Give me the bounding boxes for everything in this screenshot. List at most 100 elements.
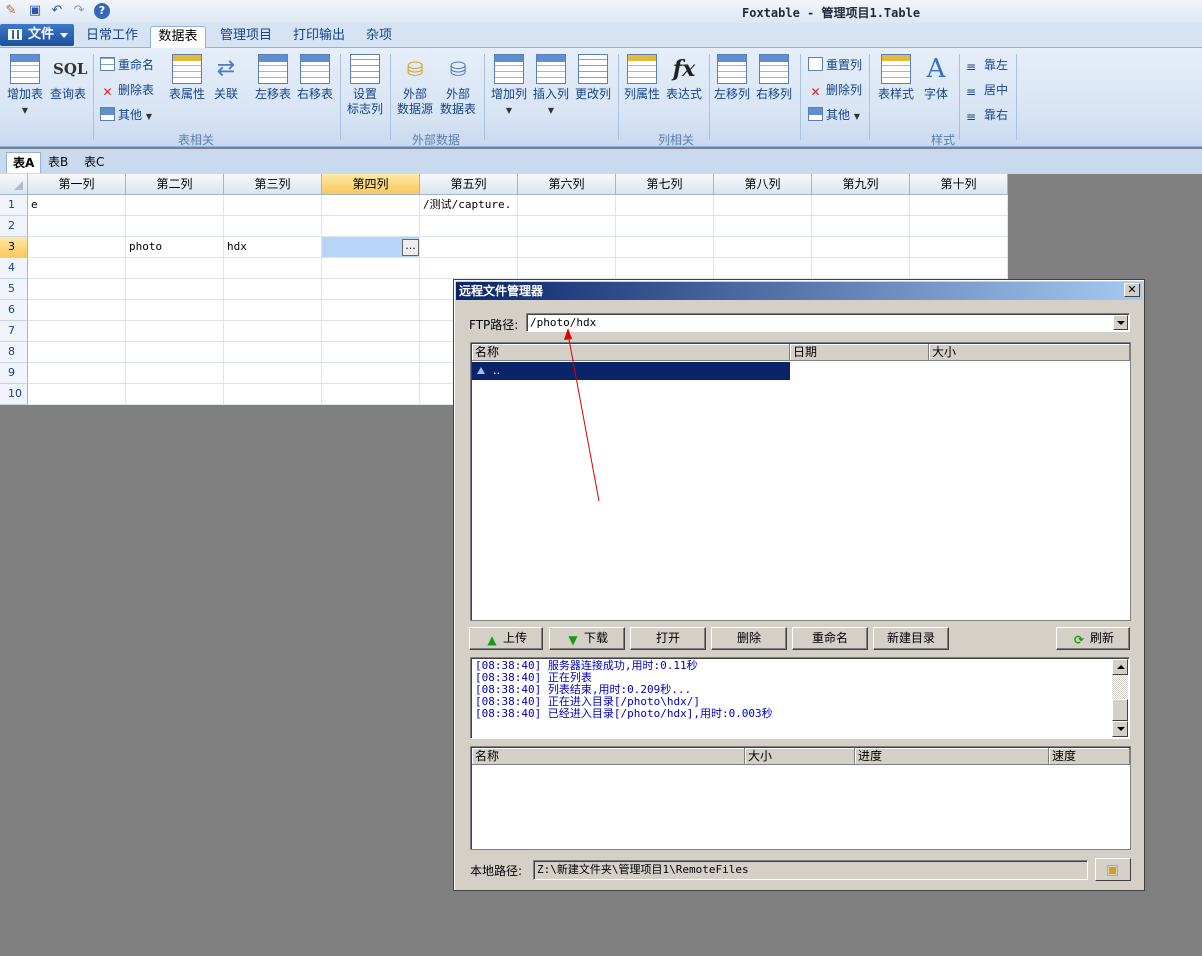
scrollbar-thumb[interactable] — [1112, 699, 1128, 721]
table-style-button[interactable]: 表样式 — [874, 54, 918, 102]
row-header[interactable]: 5 — [0, 279, 28, 300]
tab-daily-work[interactable]: 日常工作 — [80, 26, 144, 48]
table-cell[interactable] — [714, 195, 812, 216]
table-cell[interactable] — [322, 342, 420, 363]
sheet-tab-c[interactable]: 表C — [78, 152, 110, 173]
table-cell[interactable] — [616, 258, 714, 279]
table-cell[interactable] — [322, 384, 420, 405]
move-table-left-button[interactable]: 左移表 — [253, 54, 293, 102]
table-cell[interactable] — [224, 342, 322, 363]
app-icon[interactable]: ✎ — [3, 3, 19, 19]
table-cell[interactable]: /测试/capture. — [420, 195, 518, 216]
align-center-button[interactable]: ≡ 居中 — [966, 82, 1008, 99]
close-icon[interactable]: ✕ — [1124, 283, 1140, 297]
external-table-button[interactable]: ⛁ 外部 数据表 — [437, 54, 479, 117]
row-header[interactable]: 2 — [0, 216, 28, 237]
move-column-left-button[interactable]: 左移列 — [712, 54, 752, 102]
table-cell[interactable] — [616, 216, 714, 237]
table-cell[interactable] — [28, 279, 126, 300]
table-cell[interactable] — [224, 384, 322, 405]
table-cell[interactable] — [322, 279, 420, 300]
file-menu-button[interactable]: 文件 — [0, 24, 74, 46]
table-cell[interactable] — [812, 195, 910, 216]
table-cell[interactable] — [322, 216, 420, 237]
local-path-field[interactable]: Z:\新建文件夹\管理项目1\RemoteFiles — [533, 860, 1088, 880]
table-cell[interactable] — [518, 258, 616, 279]
table-cell[interactable] — [910, 216, 1008, 237]
table-cell[interactable] — [714, 216, 812, 237]
row-header[interactable]: 7 — [0, 321, 28, 342]
add-column-button[interactable]: 增加列 ▼ — [488, 54, 530, 118]
table-cell[interactable] — [714, 258, 812, 279]
table-props-button[interactable]: 表属性 — [166, 54, 208, 102]
column-header[interactable]: 第五列 — [420, 174, 518, 195]
table-cell[interactable] — [224, 258, 322, 279]
table-cell[interactable] — [812, 216, 910, 237]
sheet-tab-a[interactable]: 表A — [6, 152, 42, 173]
refresh-button[interactable]: ⟳ 刷新 — [1056, 627, 1130, 650]
table-cell[interactable] — [812, 237, 910, 258]
row-header[interactable]: 9 — [0, 363, 28, 384]
cell-ellipsis-button[interactable]: ... — [402, 239, 419, 256]
table-cell[interactable] — [322, 363, 420, 384]
column-header-size[interactable]: 大小 — [929, 344, 1130, 361]
table-cell[interactable] — [714, 237, 812, 258]
tab-data-table[interactable]: 数据表 — [150, 26, 206, 49]
table-cell[interactable] — [126, 342, 224, 363]
column-header-date[interactable]: 日期 — [790, 344, 929, 361]
table-cell[interactable] — [28, 258, 126, 279]
table-cell[interactable] — [126, 363, 224, 384]
expression-button[interactable]: fx 表达式 — [664, 54, 704, 102]
table-cell[interactable]: hdx — [224, 237, 322, 258]
upload-button[interactable]: ▲ 上传 — [469, 627, 543, 650]
table-cell[interactable] — [224, 321, 322, 342]
table-cell[interactable] — [910, 237, 1008, 258]
table-cell[interactable] — [420, 258, 518, 279]
redo-icon[interactable]: ↷ — [71, 3, 87, 19]
relations-button[interactable]: ⇄ 关联 — [208, 54, 244, 102]
chevron-down-icon[interactable] — [1113, 315, 1128, 330]
delete-button[interactable]: 删除 — [711, 627, 787, 650]
table-cell[interactable] — [28, 237, 126, 258]
query-table-button[interactable]: SQL 查询表 — [47, 54, 89, 102]
table-cell[interactable] — [616, 195, 714, 216]
table-cell[interactable] — [126, 216, 224, 237]
table-cell[interactable] — [28, 363, 126, 384]
table-cell[interactable] — [322, 300, 420, 321]
set-flag-column-button[interactable]: 设置 标志列 — [344, 54, 386, 117]
add-table-button[interactable]: 增加表 ▼ — [4, 54, 46, 118]
table-cell[interactable] — [28, 216, 126, 237]
reset-column-button[interactable]: 重置列 — [808, 57, 862, 73]
delete-table-button[interactable]: ✕ 删除表 — [100, 82, 154, 99]
ftp-path-combobox[interactable]: /photo/hdx — [526, 313, 1130, 332]
table-cell[interactable] — [518, 216, 616, 237]
sheet-tab-b[interactable]: 表B — [42, 152, 74, 173]
table-cell[interactable] — [126, 300, 224, 321]
log-scrollbar[interactable] — [1112, 659, 1128, 737]
column-header[interactable]: 第二列 — [126, 174, 224, 195]
table-cell[interactable] — [420, 237, 518, 258]
row-header[interactable]: 4 — [0, 258, 28, 279]
insert-column-button[interactable]: 插入列 ▼ — [530, 54, 572, 118]
tab-manage-project[interactable]: 管理项目 — [214, 26, 278, 48]
table-other-button[interactable]: 其他 ▼ — [100, 107, 152, 125]
table-cell[interactable] — [518, 237, 616, 258]
table-cell[interactable] — [224, 300, 322, 321]
column-header[interactable]: 第一列 — [28, 174, 126, 195]
font-button[interactable]: A 字体 — [918, 54, 954, 102]
rename-button[interactable]: 重命名 — [792, 627, 868, 650]
align-right-button[interactable]: ≡ 靠右 — [966, 107, 1008, 124]
table-cell[interactable] — [910, 258, 1008, 279]
table-cell[interactable] — [420, 216, 518, 237]
open-button[interactable]: 打开 — [630, 627, 706, 650]
table-cell[interactable] — [126, 384, 224, 405]
table-cell[interactable] — [126, 195, 224, 216]
new-directory-button[interactable]: 新建目录 — [873, 627, 949, 650]
move-column-right-button[interactable]: 右移列 — [754, 54, 794, 102]
table-cell[interactable] — [224, 195, 322, 216]
tab-print-output[interactable]: 打印输出 — [287, 26, 351, 48]
scroll-up-icon[interactable] — [1112, 659, 1128, 675]
column-header[interactable]: 第九列 — [812, 174, 910, 195]
table-cell[interactable] — [224, 363, 322, 384]
table-cell[interactable]: photo — [126, 237, 224, 258]
